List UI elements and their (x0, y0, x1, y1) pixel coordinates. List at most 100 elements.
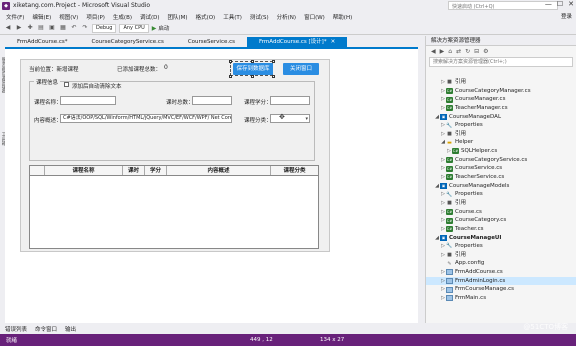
minimize-icon[interactable]: — (545, 0, 552, 8)
platform-select[interactable]: Any CPU (119, 23, 149, 33)
tree-item-label: App.config (455, 260, 485, 267)
tree-item[interactable]: ▷ C# TeacherManager.cs (426, 104, 576, 113)
tree-item[interactable]: ▷ FrmCourseManage.cs (426, 285, 576, 294)
resize-handle[interactable] (272, 60, 275, 63)
tree-item[interactable]: ▷ ■ 引用 (426, 251, 576, 260)
tab-courseservice[interactable]: CourseService.cs (176, 37, 247, 47)
course-datagridview[interactable]: 课程名称 课时 学分 内容概述 课程分类 (29, 165, 319, 249)
menu-test[interactable]: 测试(S) (246, 13, 273, 21)
menu-edit[interactable]: 编辑(E) (28, 13, 55, 21)
refresh-icon[interactable]: ↻ (465, 48, 470, 55)
tree-item[interactable]: ▷ C# Teacher.cs (426, 225, 576, 234)
tab-coursecategoryservice[interactable]: CourseCategoryService.cs (80, 37, 176, 47)
solution-search-input[interactable]: 搜索解决方案资源管理器(Ctrl+;) (429, 57, 573, 67)
tree-item[interactable]: ▷ 🔧 Properties (426, 190, 576, 199)
menu-window[interactable]: 窗口(W) (300, 13, 329, 21)
tree-item[interactable]: ▷ C# TeacherService.cs (426, 173, 576, 182)
save-to-database-button[interactable]: 保存到数据库 (233, 63, 273, 75)
save-all-icon[interactable]: ▦ (59, 24, 67, 32)
column-content[interactable]: 内容概述 (167, 166, 271, 175)
tree-item[interactable]: ▷ ■ 引用 (426, 78, 576, 87)
winform-frmaddcourse[interactable]: 当前位置：新增课程 已添加课程总数： 0 保存到数据库 关闭窗口 课程信息 添加… (20, 59, 330, 252)
redo-icon[interactable]: ↷ (81, 24, 89, 32)
category-select[interactable]: ▾ (270, 114, 310, 123)
save-icon[interactable]: ▣ (48, 24, 56, 32)
course-info-groupbox[interactable]: 课程信息 添加后自动清除文本 课程名称： 课时总数： 课程学分： 内容概述： C… (29, 78, 315, 161)
tab-command-window[interactable]: 命令窗口 (35, 325, 57, 333)
tree-item[interactable]: ▷ C# CourseManager.cs (426, 95, 576, 104)
tree-item[interactable]: ▷ FrmAdminLogin.cs (426, 276, 576, 286)
forward-icon[interactable]: ▶ (15, 24, 23, 32)
menu-build[interactable]: 生成(B) (109, 13, 136, 21)
resize-handle[interactable] (251, 75, 254, 78)
tree-item[interactable]: ▷ C# CourseCategoryService.cs (426, 156, 576, 165)
tab-frmaddcourse-code[interactable]: FrmAddCourse.cs* (5, 37, 80, 47)
back-icon[interactable]: ◀ (4, 24, 12, 32)
menu-help[interactable]: 帮助(H) (329, 13, 356, 21)
menu-team[interactable]: 团队(M) (164, 13, 192, 21)
resize-handle[interactable] (251, 60, 254, 63)
tree-item[interactable]: ▷ ■ 引用 (426, 130, 576, 139)
tree-item[interactable]: ▷ 🔧 Properties (426, 121, 576, 130)
quick-launch-input[interactable]: 快速启动 (Ctrl+Q) (448, 1, 558, 10)
solution-explorer: 解决方案资源管理器 ◀ ▶ ⌂ ⇄ ↻ ⊟ ⚙ 搜索解决方案资源管理器(Ctrl… (425, 36, 576, 323)
sign-in-link[interactable]: 登录 (561, 12, 572, 20)
new-project-icon[interactable]: ✚ (26, 24, 34, 32)
menu-file[interactable]: 文件(F) (2, 13, 28, 21)
tree-item-label: FrmMain.cs (455, 295, 487, 302)
tab-output[interactable]: 输出 (65, 325, 76, 333)
maximize-icon[interactable]: ☐ (557, 0, 563, 8)
undo-icon[interactable]: ↶ (70, 24, 78, 32)
resize-handle[interactable] (272, 75, 275, 78)
column-hours[interactable]: 课时 (123, 166, 145, 175)
open-icon[interactable]: ▤ (37, 24, 45, 32)
hours-input[interactable] (192, 96, 232, 105)
home-icon[interactable]: ⌂ (448, 48, 452, 55)
tree-item[interactable]: ▷ C# CourseCategoryManager.cs (426, 87, 576, 96)
column-course-name[interactable]: 课程名称 (45, 166, 123, 175)
tree-item[interactable]: ◢ ▣ CourseManageModels (426, 182, 576, 191)
auto-clear-checkbox[interactable] (64, 82, 69, 87)
tree-item[interactable]: ▷ FrmMain.cs (426, 294, 576, 303)
sync-icon[interactable]: ⇄ (456, 48, 461, 55)
credit-input[interactable] (270, 96, 310, 105)
tree-item[interactable]: ◢ ▣ CourseManageDAL (426, 113, 576, 122)
forward-icon[interactable]: ▶ (440, 48, 445, 55)
resize-handle[interactable] (229, 60, 232, 63)
properties-icon[interactable]: ⚙ (483, 48, 488, 55)
menu-tools[interactable]: 工具(T) (219, 13, 246, 21)
tree-item-label: CourseService.cs (455, 165, 503, 172)
resize-handle[interactable] (229, 75, 232, 78)
menu-format[interactable]: 格式(O) (192, 13, 220, 21)
menu-view[interactable]: 视图(V) (55, 13, 82, 21)
close-icon[interactable]: ✕ (568, 0, 574, 8)
tree-item[interactable]: ▷ C# SQLHelper.cs (426, 147, 576, 156)
back-icon[interactable]: ◀ (431, 48, 436, 55)
tree-item[interactable]: ◢ ▣ CourseManageUI (426, 234, 576, 243)
tree-item[interactable]: ▷ C# Course.cs (426, 208, 576, 217)
start-button[interactable]: ▶ 启动 (152, 24, 170, 33)
close-icon[interactable]: ✕ (331, 39, 336, 45)
close-window-button[interactable]: 关闭窗口 (283, 63, 319, 75)
course-name-input[interactable] (60, 96, 116, 105)
tree-item[interactable]: ▷ 🔧 Properties (426, 242, 576, 251)
tree-item[interactable]: ▷ FrmAddCourse.cs (426, 268, 576, 277)
tree-item[interactable]: ▷ C# CourseService.cs (426, 164, 576, 173)
added-count-label: 已添加课程总数： (117, 67, 162, 73)
menu-analyze[interactable]: 分析(N) (273, 13, 300, 21)
tree-item[interactable]: ▷ C# CourseCategory.cs (426, 216, 576, 225)
tree-item[interactable]: ▷ ■ 引用 (426, 199, 576, 208)
menu-project[interactable]: 项目(P) (82, 13, 109, 21)
column-category[interactable]: 课程分类 (271, 166, 318, 175)
tree-item[interactable]: ◢ ▬ Helper (426, 138, 576, 147)
configuration-select[interactable]: Debug (92, 23, 117, 33)
collapse-all-icon[interactable]: ⊟ (474, 48, 479, 55)
tree-item[interactable]: ✎ App.config (426, 259, 576, 268)
tab-error-list[interactable]: 错误列表 (5, 325, 27, 333)
row-header-cell (30, 166, 45, 175)
menu-debug[interactable]: 调试(D) (136, 13, 164, 21)
content-input[interactable]: C#语法/OOP/SQL/Winform/HTML/jQuery/MVC/EF/… (60, 114, 232, 123)
column-credit[interactable]: 学分 (145, 166, 167, 175)
tree-item-label: 引用 (455, 130, 467, 137)
tab-frmaddcourse-design[interactable]: FrmAddCourse.cs [设计]* ✕ (247, 37, 348, 47)
